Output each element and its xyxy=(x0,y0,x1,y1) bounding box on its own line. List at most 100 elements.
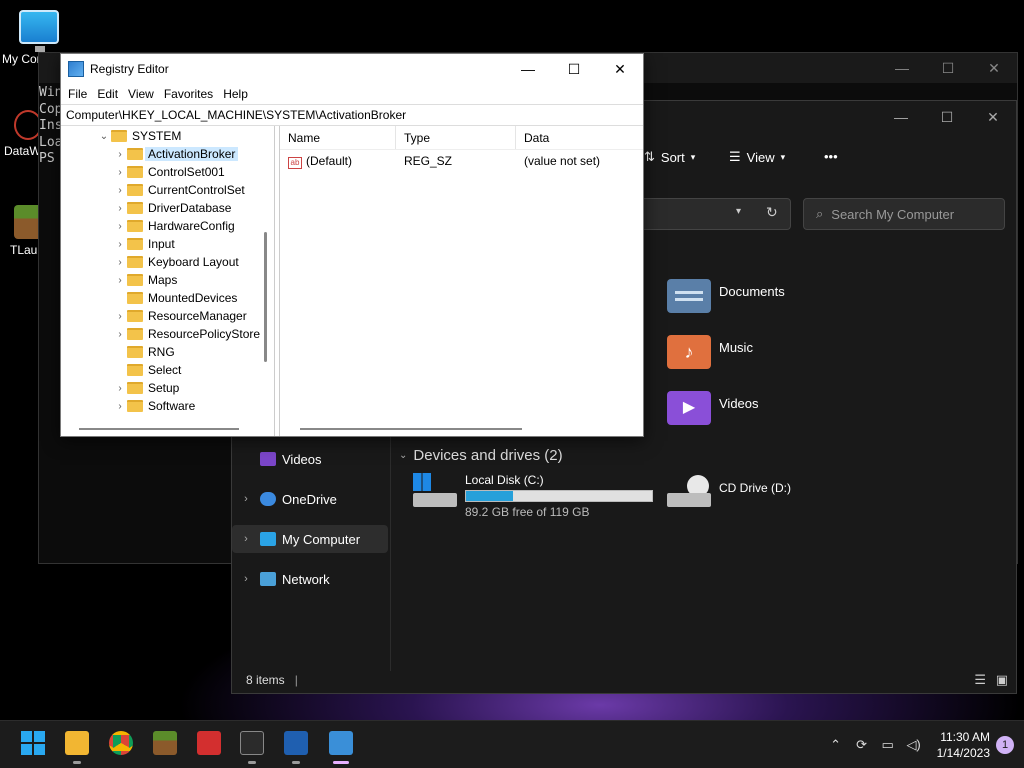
tree-node-system[interactable]: ⌄ SYSTEM xyxy=(97,127,182,145)
view-button[interactable]: ☰ View ▾ xyxy=(729,149,785,165)
chevron-right-icon[interactable]: › xyxy=(232,533,260,545)
tree-horizontal-scrollbar[interactable] xyxy=(79,428,239,430)
tree-node[interactable]: › ResourcePolicyStore xyxy=(113,325,260,343)
chevron-right-icon[interactable]: › xyxy=(113,185,127,196)
terminal-icon[interactable] xyxy=(240,731,264,755)
regedit-titlebar[interactable]: Registry Editor — ☐ ✕ xyxy=(61,54,643,84)
folder-documents[interactable]: Documents xyxy=(667,279,785,313)
minecraft-icon[interactable] xyxy=(153,731,177,755)
close-icon[interactable]: ✕ xyxy=(970,101,1016,133)
chevron-right-icon[interactable]: › xyxy=(113,239,127,250)
search-input[interactable]: ⌕ Search My Computer xyxy=(803,198,1005,230)
chevron-right-icon[interactable]: › xyxy=(113,221,127,232)
address-bar[interactable]: ▾ ↻ xyxy=(637,198,791,230)
regedit-taskbar-icon[interactable] xyxy=(329,731,353,755)
view-label: View xyxy=(746,149,775,165)
sync-icon[interactable]: ⟳ xyxy=(854,737,870,753)
tree-node[interactable]: MountedDevices xyxy=(113,289,237,307)
values-horizontal-scrollbar[interactable] xyxy=(300,428,522,430)
column-header-type[interactable]: Type xyxy=(396,126,516,149)
maximize-icon[interactable]: ☐ xyxy=(925,60,971,77)
maximize-icon[interactable]: ☐ xyxy=(924,101,970,133)
tree-node[interactable]: › DriverDatabase xyxy=(113,199,231,217)
registry-value-row[interactable]: ab (Default) REG_SZ (value not set) xyxy=(280,150,643,172)
start-button[interactable] xyxy=(21,731,45,755)
chevron-right-icon[interactable]: › xyxy=(232,573,260,585)
tiles-view-icon[interactable]: ▣ xyxy=(996,672,1008,688)
tree-node[interactable]: › ActivationBroker xyxy=(113,145,239,163)
folder-videos[interactable]: ▶ Videos xyxy=(667,391,759,425)
tree-node[interactable]: › CurrentControlSet xyxy=(113,181,244,199)
chevron-down-icon[interactable]: ▾ xyxy=(736,206,741,217)
menu-file[interactable]: File xyxy=(63,87,92,101)
volume-icon[interactable]: ◁) xyxy=(906,737,922,753)
sort-button[interactable]: ⇅ Sort ▾ xyxy=(644,149,695,165)
chevron-right-icon[interactable]: › xyxy=(113,275,127,286)
chevron-right-icon[interactable]: › xyxy=(113,203,127,214)
file-explorer-taskbar-icon[interactable] xyxy=(65,731,89,755)
menu-view[interactable]: View xyxy=(123,87,159,101)
nav-item-my-computer[interactable]: › My Computer xyxy=(232,525,388,553)
minimize-icon[interactable]: — xyxy=(879,60,925,76)
registry-editor-window[interactable]: Registry Editor — ☐ ✕ File Edit View Fav… xyxy=(60,53,644,437)
minimize-icon[interactable]: — xyxy=(505,54,551,84)
folder-icon xyxy=(127,202,143,214)
tree-node[interactable]: RNG xyxy=(113,343,175,361)
tree-node-label: Select xyxy=(148,363,182,377)
column-header-name[interactable]: Name xyxy=(280,126,396,149)
nav-item-onedrive[interactable]: › OneDrive xyxy=(232,485,388,513)
chevron-right-icon[interactable]: › xyxy=(113,401,127,412)
chevron-right-icon[interactable]: › xyxy=(113,383,127,394)
more-options-button[interactable]: ••• xyxy=(824,149,838,164)
powershell-icon[interactable] xyxy=(284,731,308,755)
tree-node[interactable]: › Software xyxy=(113,397,195,415)
chevron-right-icon[interactable]: › xyxy=(113,167,127,178)
close-icon[interactable]: ✕ xyxy=(971,60,1017,77)
menu-favorites[interactable]: Favorites xyxy=(159,87,218,101)
drive-name: Local Disk (C:) xyxy=(465,473,544,487)
sort-icon: ⇅ xyxy=(644,149,655,164)
tree-node[interactable]: › Maps xyxy=(113,271,177,289)
close-icon[interactable]: ✕ xyxy=(597,54,643,84)
tree-node[interactable]: › Input xyxy=(113,235,174,253)
tree-node[interactable]: › HardwareConfig xyxy=(113,217,234,235)
drive-cd-d[interactable]: CD Drive (D:) xyxy=(667,473,791,511)
tree-node[interactable]: › Keyboard Layout xyxy=(113,253,238,271)
column-header-data[interactable]: Data xyxy=(516,126,642,149)
tree-node[interactable]: › ControlSet001 xyxy=(113,163,224,181)
tree-node-label: Setup xyxy=(148,381,180,395)
menu-edit[interactable]: Edit xyxy=(92,87,123,101)
registry-address-bar[interactable]: Computer\HKEY_LOCAL_MACHINE\SYSTEM\Activ… xyxy=(61,104,643,126)
item-count: 8 items xyxy=(246,673,285,687)
folder-label: Music xyxy=(719,339,753,355)
minimize-icon[interactable]: — xyxy=(878,101,924,133)
chevron-up-icon[interactable]: ⌃ xyxy=(828,737,844,753)
maximize-icon[interactable]: ☐ xyxy=(551,54,597,84)
devices-section-header[interactable]: ⌄ Devices and drives (2) xyxy=(399,447,563,464)
clock[interactable]: 11:30 AM 1/14/2023 xyxy=(937,729,990,761)
chevron-right-icon[interactable]: › xyxy=(232,493,260,505)
chevron-right-icon[interactable]: › xyxy=(113,329,127,340)
tree-node[interactable]: › Setup xyxy=(113,379,179,397)
refresh-icon[interactable]: ↻ xyxy=(766,204,778,221)
chevron-right-icon[interactable]: › xyxy=(113,149,127,160)
details-view-icon[interactable]: ☰ xyxy=(974,672,986,688)
tree-vertical-scrollbar[interactable] xyxy=(264,232,267,362)
drive-local-disk-c[interactable]: Local Disk (C:) 89.2 GB free of 119 GB xyxy=(413,473,653,519)
chevron-right-icon[interactable]: › xyxy=(113,257,127,268)
drive-free-space: 89.2 GB free of 119 GB xyxy=(465,505,590,519)
menu-help[interactable]: Help xyxy=(218,87,253,101)
drive-info: Local Disk (C:) 89.2 GB free of 119 GB xyxy=(465,473,653,519)
network-icon[interactable]: ▭ xyxy=(880,737,896,753)
antivirus-icon[interactable] xyxy=(197,731,221,755)
nav-item-network[interactable]: › Network xyxy=(232,565,388,593)
section-title: Devices and drives (2) xyxy=(413,447,563,464)
tree-node[interactable]: › ResourceManager xyxy=(113,307,246,325)
folder-music[interactable]: ♪ Music xyxy=(667,335,753,369)
chrome-icon[interactable] xyxy=(109,731,133,755)
chevron-down-icon[interactable]: ⌄ xyxy=(97,131,111,142)
tree-node[interactable]: Select xyxy=(113,361,181,379)
registry-editor-icon xyxy=(68,61,84,77)
notification-badge[interactable]: 1 xyxy=(996,736,1014,754)
chevron-right-icon[interactable]: › xyxy=(113,311,127,322)
